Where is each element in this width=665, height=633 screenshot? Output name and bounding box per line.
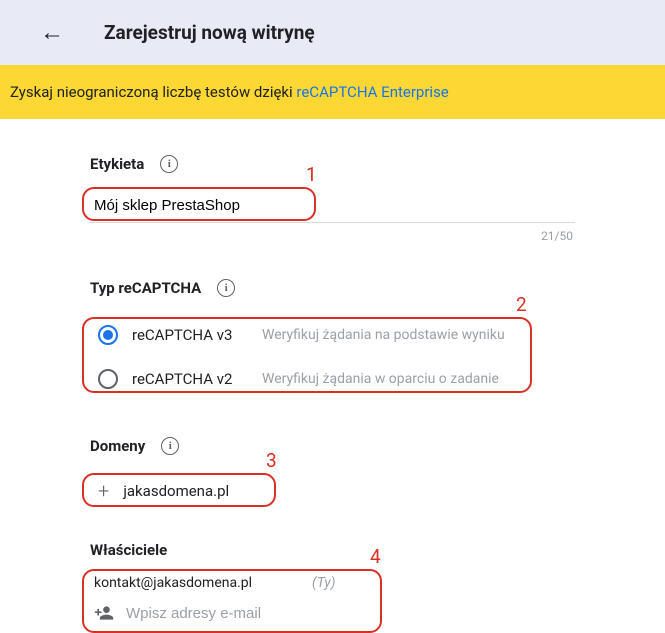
annotation-4: 4 [370,545,381,568]
domain-text: jakasdomena.pl [123,482,229,500]
owners-section: Właściciele kontakt@jakasdomena.pl (Ty) … [90,541,575,629]
radio-description: Weryfikuj żądania na podstawie wyniku [262,327,505,343]
add-domain-row[interactable]: + jakasdomena.pl [90,471,575,511]
radio-label: reCAPTCHA v3 [132,326,262,344]
domains-section-title: Domeny [90,437,145,455]
banner-link[interactable]: reCAPTCHA Enterprise [296,83,448,101]
owner-you-label: (Ty) [312,575,335,591]
annotation-1: 1 [306,163,317,186]
radio-unselected-icon [98,369,118,389]
plus-icon: + [98,479,109,503]
label-section: Etykieta i 21/50 1 [90,155,575,243]
label-input[interactable] [90,189,575,223]
annotation-2: 2 [516,293,527,316]
owner-row: kontakt@jakasdomena.pl (Ty) [90,569,575,597]
page-header: ← Zarejestruj nową witrynę [0,0,665,65]
banner-text: Zyskaj nieograniczoną liczbę testów dzię… [10,83,296,101]
radio-label: reCAPTCHA v2 [132,370,262,388]
info-icon[interactable]: i [161,437,179,455]
back-arrow-icon[interactable]: ← [40,18,64,47]
owners-section-title: Właściciele [90,541,167,559]
add-person-icon [94,603,114,623]
radio-v3[interactable]: reCAPTCHA v3 Weryfikuj żądania na podsta… [90,313,575,357]
domains-section: Domeny i + jakasdomena.pl 3 [90,437,575,511]
annotation-3: 3 [266,449,277,472]
label-section-title: Etykieta [90,155,144,173]
char-count: 21/50 [90,229,575,243]
type-section-title: Typ reCAPTCHA [90,279,201,297]
add-owner-row[interactable] [90,597,575,629]
owner-email: kontakt@jakasdomena.pl [94,575,252,591]
radio-v2[interactable]: reCAPTCHA v2 Weryfikuj żądania w oparciu… [90,357,575,401]
page-title: Zarejestruj nową witrynę [104,21,315,44]
promo-banner: Zyskaj nieograniczoną liczbę testów dzię… [0,65,665,119]
info-icon[interactable]: i [217,279,235,297]
info-icon[interactable]: i [160,155,178,173]
owner-email-input[interactable] [126,605,325,622]
radio-selected-icon [98,325,118,345]
type-section: Typ reCAPTCHA i reCAPTCHA v3 Weryfikuj ż… [90,279,575,401]
radio-description: Weryfikuj żądania w oparciu o zadanie [262,371,499,387]
